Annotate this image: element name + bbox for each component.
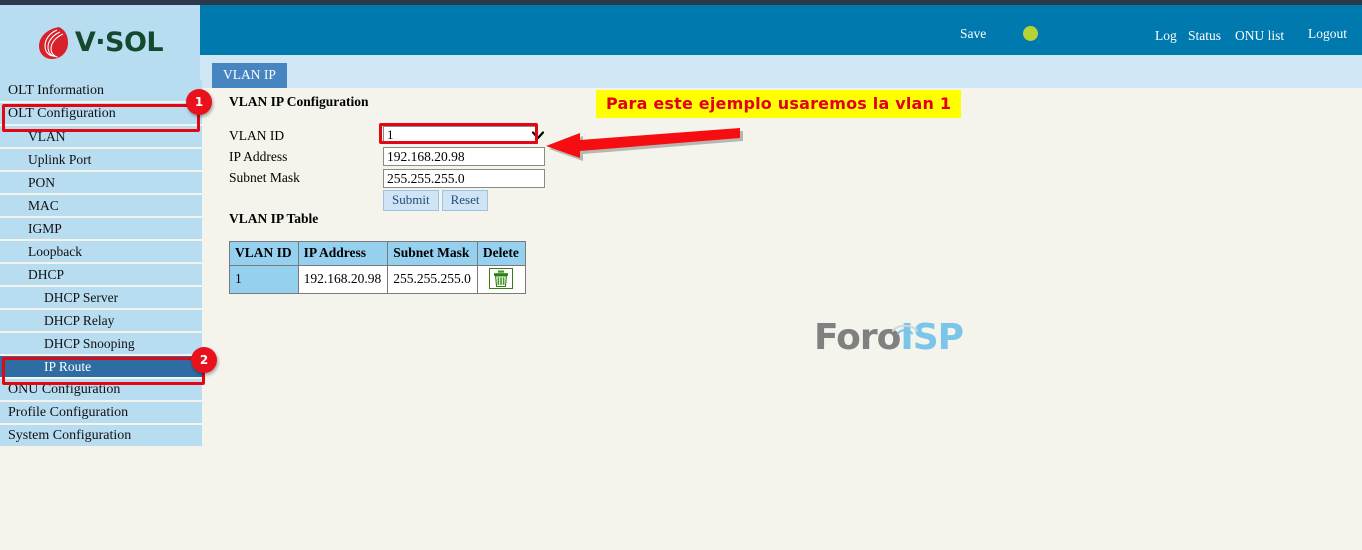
header-link-status[interactable]: Status [1188,28,1221,44]
annotation-note: Para este ejemplo usaremos la vlan 1 [596,90,962,118]
section-title-vlan-ip-configuration: VLAN IP Configuration [229,94,369,109]
header-link-onu-list[interactable]: ONU list [1235,28,1284,44]
brand-name: V·SOL [74,27,164,58]
watermark-text-foro: Foro [814,317,901,358]
sidebar-item-dhcp[interactable]: DHCP [0,264,202,285]
sidebar-item-dhcp-snooping[interactable]: DHCP Snooping [0,333,202,354]
sidebar-item-vlan[interactable]: VLAN [0,126,202,147]
sidebar-item-olt-configuration[interactable]: OLT Configuration [0,103,202,124]
sidebar-item-onu-configuration[interactable]: ONU Configuration [0,379,202,400]
label-vlan-id: VLAN ID [229,128,285,143]
sidebar-item-system-configuration[interactable]: System Configuration [0,425,202,446]
wifi-arc-icon [890,307,920,343]
cell-vlan-id: 1 [229,265,299,294]
table-col-subnet-mask: Subnet Mask [387,241,478,266]
main-content: VLAN IP Configuration VLAN ID IP Address… [202,88,1362,550]
foroisp-watermark: ForoISP [814,317,964,358]
sidebar-item-ip-route[interactable]: IP Route [0,356,202,377]
save-button[interactable]: Save [960,26,986,42]
tab-vlan-ip[interactable]: VLAN IP [212,63,287,88]
cell-delete [476,265,526,294]
sidebar-item-mac[interactable]: MAC [0,195,202,216]
table-body: 1 192.168.20.98 255.255.255.0 [229,265,526,294]
vlan-id-select[interactable]: 1 [383,126,538,144]
cell-subnet-mask: 255.255.255.0 [387,265,478,294]
table-col-ip-address: IP Address [297,241,389,266]
label-ip-address: IP Address [229,149,288,164]
sidebar-item-uplink-port[interactable]: Uplink Port [0,149,202,170]
table-col-vlan-id: VLAN ID [229,241,299,266]
sidebar-nav: OLT Information OLT Configuration VLAN Upli… [0,80,202,448]
sidebar-item-igmp[interactable]: IGMP [0,218,202,239]
subnet-mask-input[interactable] [383,169,545,188]
tab-bar [200,55,1362,88]
top-header-bar: Save Log Status ONU list Logout [200,5,1362,55]
header-link-logout[interactable]: Logout [1308,26,1347,42]
sidebar-item-profile-configuration[interactable]: Profile Configuration [0,402,202,423]
status-indicator-green-icon [1023,26,1038,41]
sidebar-item-dhcp-server[interactable]: DHCP Server [0,287,202,308]
brand-logo-panel: V·SOL [0,5,200,80]
sidebar-item-loopback[interactable]: Loopback [0,241,202,262]
table-row: 1 192.168.20.98 255.255.255.0 [229,265,526,294]
table-header-row: VLAN ID IP Address Subnet Mask Delete [229,241,526,266]
reset-button[interactable]: Reset [441,190,489,211]
section-title-vlan-ip-table: VLAN IP Table [229,211,319,226]
flame-icon [37,25,71,61]
submit-button[interactable]: Submit [383,190,439,211]
header-link-log[interactable]: Log [1155,28,1177,44]
ip-address-input[interactable] [383,147,545,166]
cell-ip-address: 192.168.20.98 [297,265,389,294]
sidebar-item-olt-information[interactable]: OLT Information [0,80,202,101]
step-badge-1: 1 [186,89,212,115]
step-badge-2: 2 [191,347,217,373]
sidebar-item-dhcp-relay[interactable]: DHCP Relay [0,310,202,331]
trash-icon[interactable] [489,268,514,289]
label-subnet-mask: Subnet Mask [229,170,300,185]
sidebar-item-pon[interactable]: PON [0,172,202,193]
vlan-ip-table: VLAN ID IP Address Subnet Mask Delete 1 192.… [229,241,526,294]
table-col-delete: Delete [476,241,526,266]
